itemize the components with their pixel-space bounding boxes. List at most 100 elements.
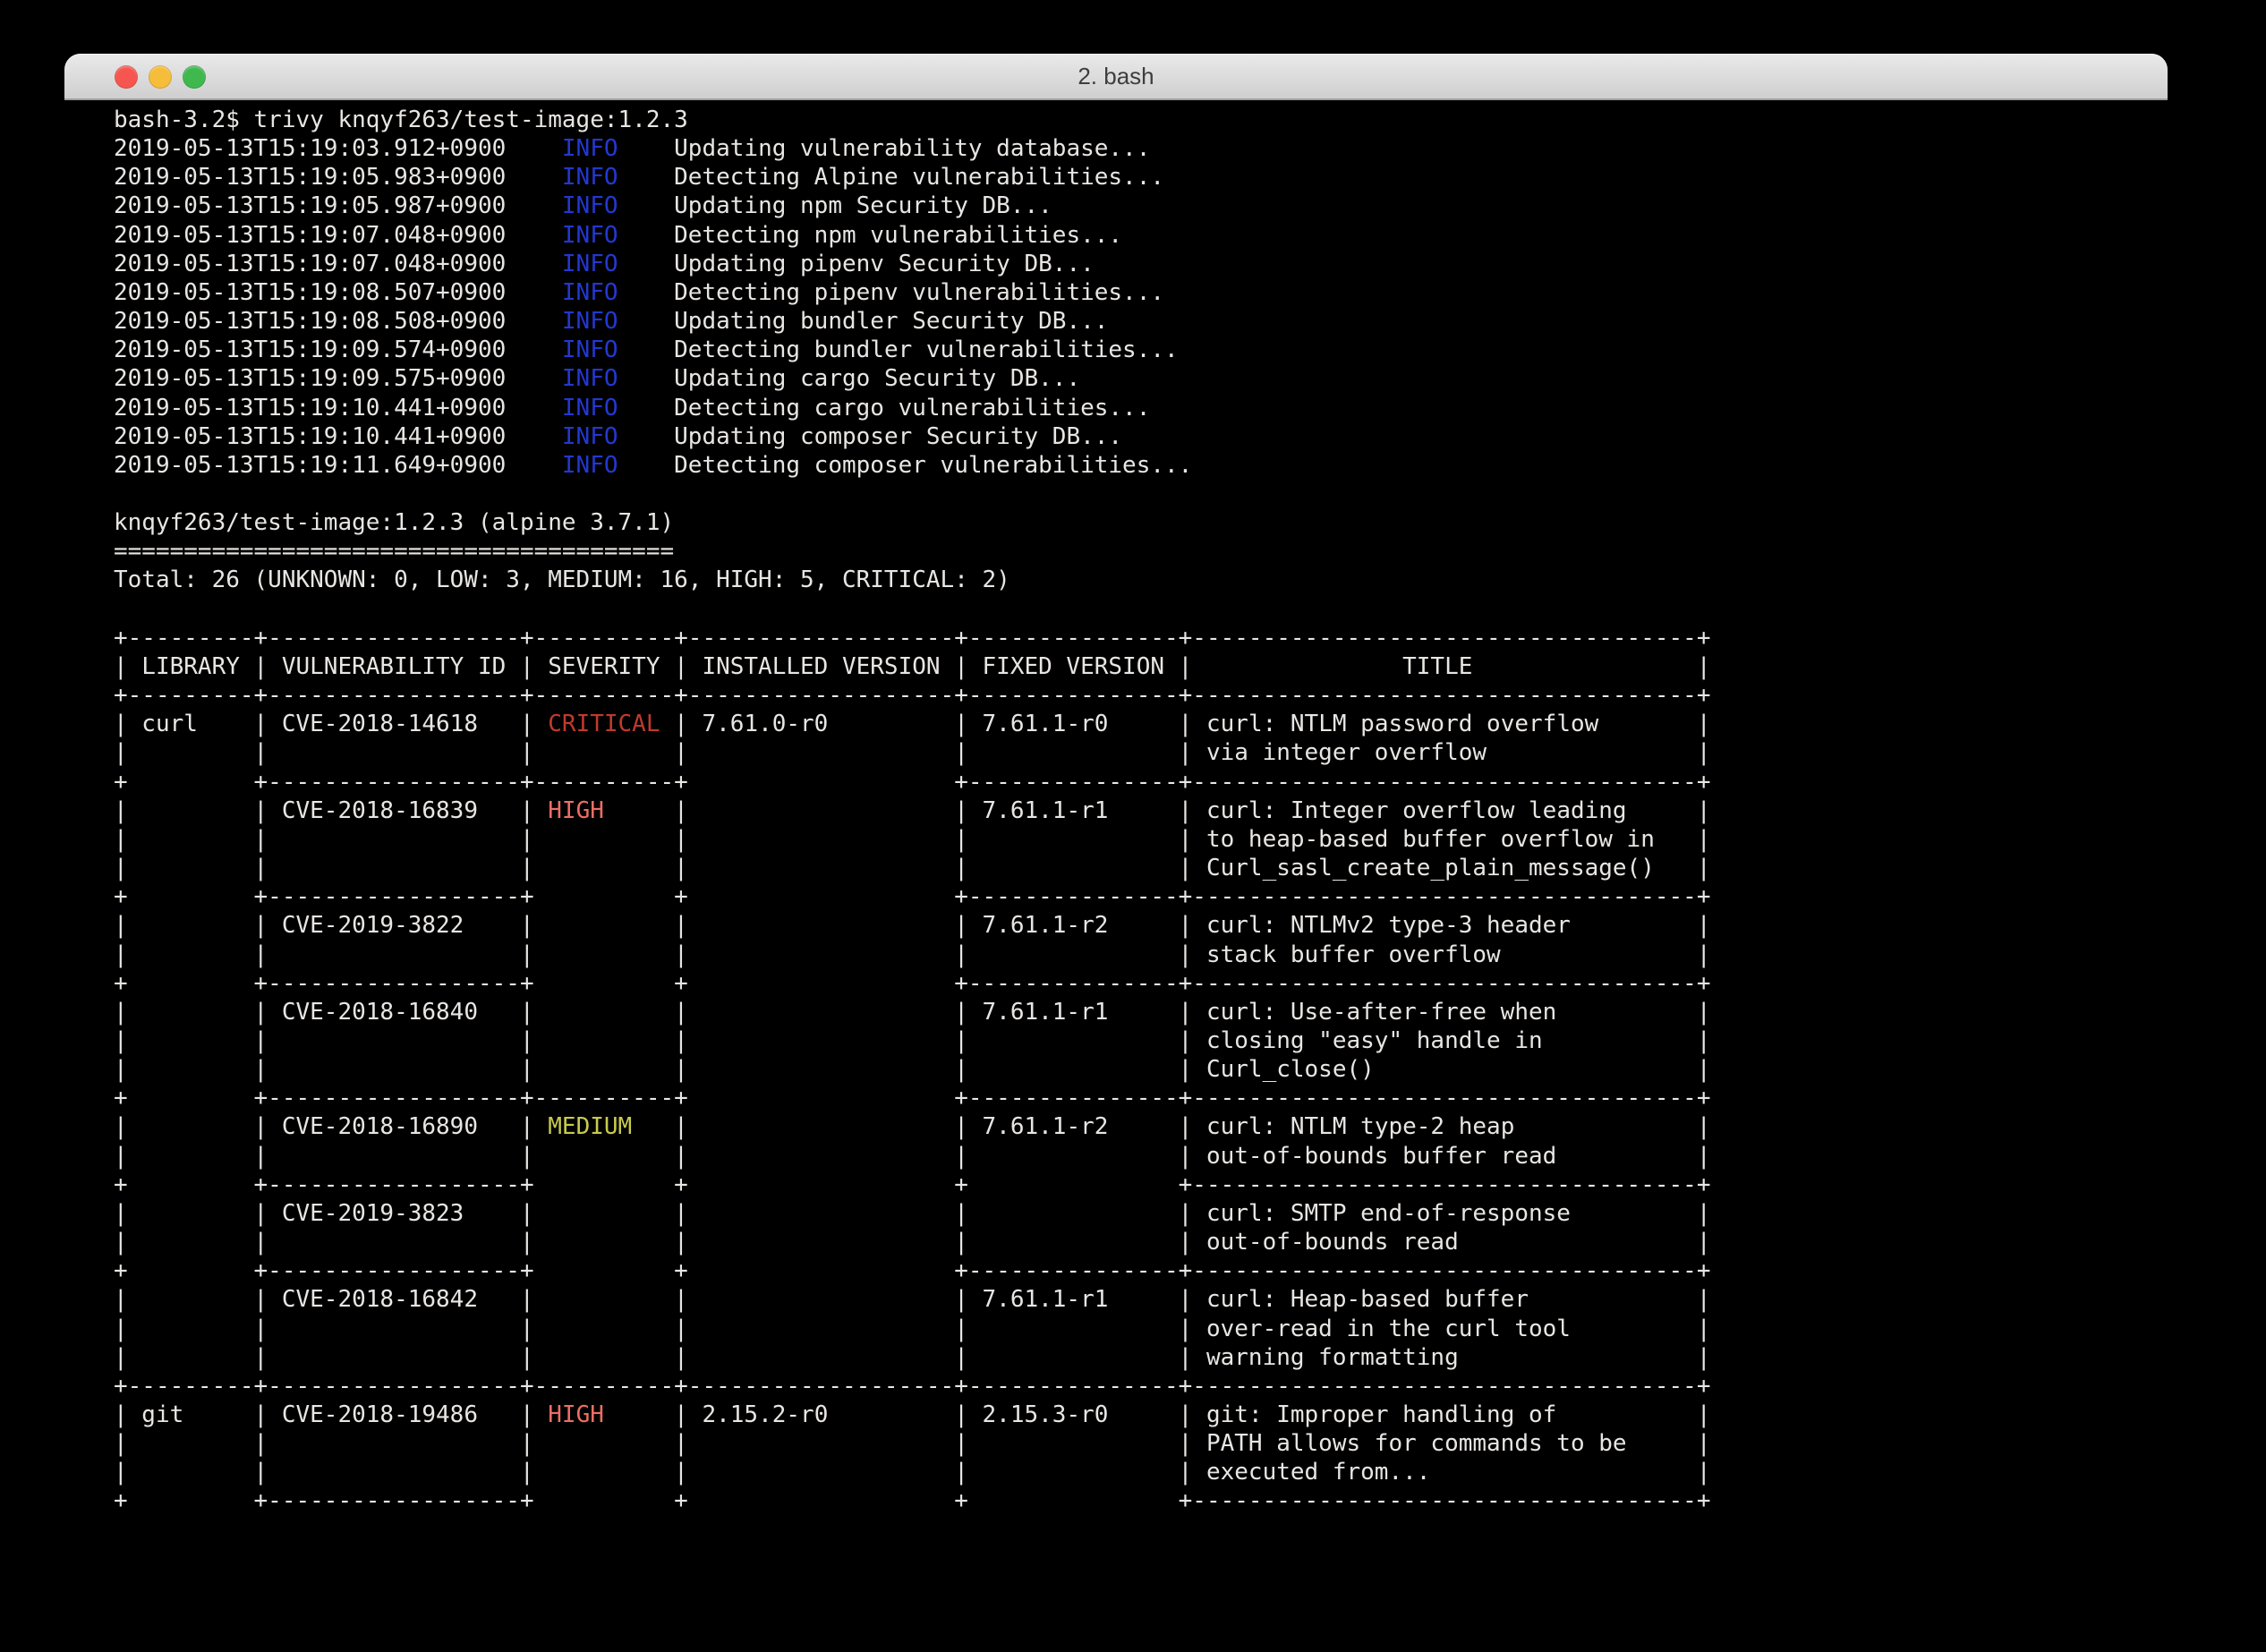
terminal-text: | | 7.61.1-r2 | curl: NTLM type-2 heap | — [632, 1113, 1710, 1140]
terminal-text: | git | CVE-2018-19486 | — [114, 1401, 548, 1428]
terminal-text: 2019-05-13T15:19:03.912+0900 — [114, 135, 562, 162]
terminal-text: + +------------------+ + +--------------… — [114, 970, 1710, 997]
terminal-text: | LIBRARY | VULNERABILITY ID | SEVERITY … — [114, 653, 1710, 680]
terminal-text-info: INFO — [562, 135, 618, 162]
terminal-text: 2019-05-13T15:19:10.441+0900 — [114, 423, 562, 450]
vulnerability-table-line: + +------------------+ + + +------------… — [114, 1486, 2168, 1515]
vulnerability-table-line: | | | | | | out-of-bounds buffer read | — [114, 1142, 2168, 1171]
terminal-text: Detecting composer vulnerabilities... — [618, 452, 1193, 479]
log-line: 2019-05-13T15:19:07.048+0900 INFO Updati… — [114, 250, 2168, 278]
terminal-text-critical: CRITICAL — [548, 711, 660, 737]
vulnerability-table-line: | git | CVE-2018-19486 | HIGH | 2.15.2-r… — [114, 1401, 2168, 1429]
vulnerability-table-line: | | | | | | Curl_sasl_create_plain_messa… — [114, 854, 2168, 882]
log-line: 2019-05-13T15:19:07.048+0900 INFO Detect… — [114, 221, 2168, 250]
vulnerability-table-line: | | | | | | Curl_close() | — [114, 1055, 2168, 1084]
terminal-text: | | | | | | to heap-based buffer overflo… — [114, 826, 1710, 853]
window-title-bar[interactable]: 2. bash — [64, 54, 2168, 100]
terminal-text: | | | | | | Curl_close() | — [114, 1056, 1710, 1083]
terminal-text: | | | | | | over-read in the curl tool | — [114, 1316, 1710, 1342]
vulnerability-table-line: + +------------------+----------+ +-----… — [114, 1084, 2168, 1112]
vulnerability-table-line: | | CVE-2018-16890 | MEDIUM | | 7.61.1-r… — [114, 1112, 2168, 1141]
blank-line — [114, 480, 2168, 508]
terminal-text-high: HIGH — [548, 797, 604, 824]
vulnerability-table-line: | LIBRARY | VULNERABILITY ID | SEVERITY … — [114, 652, 2168, 681]
prompt-line: bash-3.2$ trivy knqyf263/test-image:1.2.… — [114, 106, 2168, 134]
terminal-text: + +------------------+----------+ +-----… — [114, 769, 1710, 796]
terminal-text-high: HIGH — [548, 1401, 604, 1428]
terminal-text: | | 7.61.1-r1 | curl: Integer overflow l… — [604, 797, 1711, 824]
terminal-text: | 7.61.0-r0 | 7.61.1-r0 | curl: NTLM pas… — [660, 711, 1711, 737]
terminal-text: 2019-05-13T15:19:08.508+0900 — [114, 308, 562, 335]
vulnerability-table-line: +---------+------------------+----------… — [114, 1372, 2168, 1401]
terminal-window: 2. bash bash-3.2$ trivy knqyf263/test-im… — [64, 54, 2168, 1652]
vulnerability-table-line: + +------------------+ + + +------------… — [114, 1171, 2168, 1199]
terminal-text: Updating pipenv Security DB... — [618, 251, 1095, 277]
vulnerability-table-line: +---------+------------------+----------… — [114, 624, 2168, 652]
vulnerability-table-line: | | | | | | PATH allows for commands to … — [114, 1429, 2168, 1458]
terminal-text: + +------------------+ + +--------------… — [114, 1257, 1710, 1284]
vulnerability-table-line: | | | | | | warning formatting | — [114, 1343, 2168, 1372]
terminal-text: Detecting bundler vulnerabilities... — [618, 336, 1179, 363]
log-line: 2019-05-13T15:19:10.441+0900 INFO Updati… — [114, 422, 2168, 451]
terminal-text: bash-3.2$ trivy knqyf263/test-image:1.2.… — [114, 106, 688, 133]
log-line: 2019-05-13T15:19:10.441+0900 INFO Detect… — [114, 394, 2168, 422]
log-line: 2019-05-13T15:19:09.575+0900 INFO Updati… — [114, 364, 2168, 393]
terminal-text: | | | | | | out-of-bounds read | — [114, 1229, 1710, 1256]
report-underline: ======================================== — [114, 537, 2168, 566]
terminal-text: | | | | | | executed from... | — [114, 1459, 1710, 1486]
terminal-text: | | | | | | closing "easy" handle in | — [114, 1027, 1710, 1054]
window-title: 2. bash — [64, 54, 2168, 98]
vulnerability-table-line: | | CVE-2019-3823 | | | | curl: SMTP end… — [114, 1199, 2168, 1228]
terminal-text: | | CVE-2018-16839 | — [114, 797, 548, 824]
terminal-text: + +------------------+ + + +------------… — [114, 1171, 1710, 1198]
log-line: 2019-05-13T15:19:08.508+0900 INFO Updati… — [114, 307, 2168, 336]
terminal-text: Updating composer Security DB... — [618, 423, 1123, 450]
terminal-text: Updating npm Security DB... — [618, 192, 1052, 219]
vulnerability-table-line: | | | | | | closing "easy" handle in | — [114, 1026, 2168, 1055]
terminal-text: | | | | | | stack buffer overflow | — [114, 941, 1710, 968]
vulnerability-table-line: | | | | | | over-read in the curl tool | — [114, 1315, 2168, 1343]
vulnerability-table-line: | | | | | | to heap-based buffer overflo… — [114, 825, 2168, 854]
terminal-text: | | | | | | out-of-bounds buffer read | — [114, 1143, 1710, 1170]
terminal-text: +---------+------------------+----------… — [114, 682, 1710, 709]
vulnerability-table-line: | | | | | | stack buffer overflow | — [114, 941, 2168, 969]
terminal-text: Detecting pipenv vulnerabilities... — [618, 279, 1164, 306]
terminal-text: | | | | | | Curl_sasl_create_plain_messa… — [114, 855, 1710, 881]
terminal-text-info: INFO — [562, 192, 618, 219]
terminal-text: Detecting cargo vulnerabilities... — [618, 395, 1151, 422]
log-line: 2019-05-13T15:19:05.983+0900 INFO Detect… — [114, 163, 2168, 192]
log-line: 2019-05-13T15:19:09.574+0900 INFO Detect… — [114, 336, 2168, 364]
report-total: Total: 26 (UNKNOWN: 0, LOW: 3, MEDIUM: 1… — [114, 566, 2168, 594]
log-line: 2019-05-13T15:19:11.649+0900 INFO Detect… — [114, 451, 2168, 480]
terminal-text: knqyf263/test-image:1.2.3 (alpine 3.7.1) — [114, 509, 674, 536]
terminal-text: | | CVE-2018-16890 | — [114, 1113, 548, 1140]
terminal-text: | | CVE-2018-16840 | | | 7.61.1-r1 | cur… — [114, 999, 1710, 1026]
report-target: knqyf263/test-image:1.2.3 (alpine 3.7.1) — [114, 508, 2168, 537]
terminal-text: 2019-05-13T15:19:10.441+0900 — [114, 395, 562, 422]
terminal-text: + +------------------+----------+ +-----… — [114, 1085, 1710, 1111]
log-line: 2019-05-13T15:19:03.912+0900 INFO Updati… — [114, 134, 2168, 163]
vulnerability-table-line: | | CVE-2018-16840 | | | 7.61.1-r1 | cur… — [114, 998, 2168, 1026]
vulnerability-table-line: | | | | | | via integer overflow | — [114, 738, 2168, 767]
terminal-text: | | | | | | warning formatting | — [114, 1344, 1710, 1371]
vulnerability-table-line: | | CVE-2018-16839 | HIGH | | 7.61.1-r1 … — [114, 796, 2168, 825]
terminal-text: | 2.15.2-r0 | 2.15.3-r0 | git: Improper … — [604, 1401, 1711, 1428]
terminal-text-medium: MEDIUM — [548, 1113, 632, 1140]
vulnerability-table-line: | | CVE-2018-16842 | | | 7.61.1-r1 | cur… — [114, 1285, 2168, 1314]
terminal-text-info: INFO — [562, 308, 618, 335]
terminal-text: 2019-05-13T15:19:08.507+0900 — [114, 279, 562, 306]
vulnerability-table-line: + +------------------+ + +--------------… — [114, 969, 2168, 998]
terminal-text: 2019-05-13T15:19:05.987+0900 — [114, 192, 562, 219]
terminal-text: | | CVE-2019-3822 | | | 7.61.1-r2 | curl… — [114, 912, 1710, 939]
terminal-text: Updating cargo Security DB... — [618, 365, 1081, 392]
log-line: 2019-05-13T15:19:05.987+0900 INFO Updati… — [114, 192, 2168, 220]
terminal-text: Detecting npm vulnerabilities... — [618, 222, 1123, 249]
terminal-text-info: INFO — [562, 222, 618, 249]
terminal-text: 2019-05-13T15:19:07.048+0900 — [114, 222, 562, 249]
terminal-text: Updating bundler Security DB... — [618, 308, 1109, 335]
terminal-output[interactable]: bash-3.2$ trivy knqyf263/test-image:1.2.… — [64, 100, 2168, 1652]
terminal-text: | | CVE-2018-16842 | | | 7.61.1-r1 | cur… — [114, 1286, 1710, 1313]
terminal-text-info: INFO — [562, 251, 618, 277]
terminal-text: 2019-05-13T15:19:05.983+0900 — [114, 164, 562, 191]
vulnerability-table-line: + +------------------+----------+ +-----… — [114, 768, 2168, 796]
